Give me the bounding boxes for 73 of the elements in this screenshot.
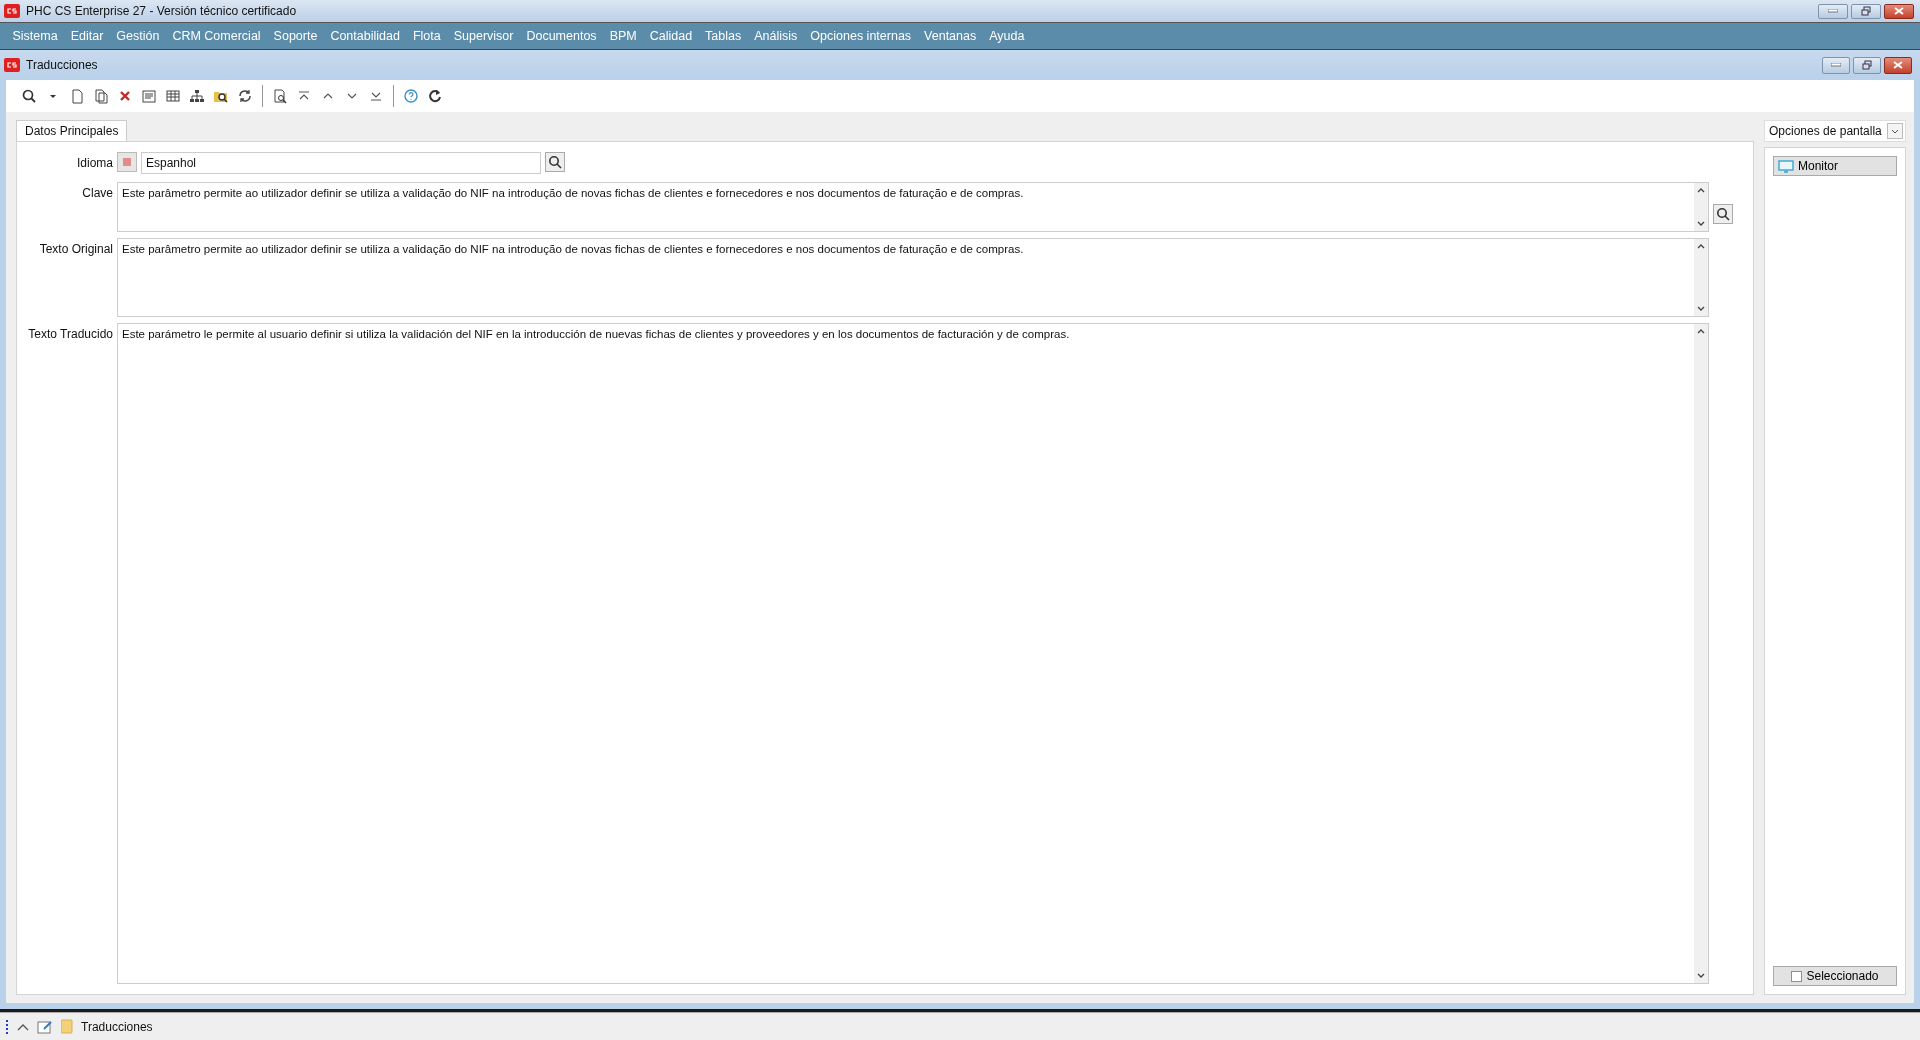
restore-button[interactable] <box>1851 3 1881 19</box>
menu-item[interactable]: Contabilidad <box>323 29 407 43</box>
tab[interactable]: Datos Principales <box>16 120 128 141</box>
form-window-title: Traducciones <box>26 58 99 72</box>
minimize-button[interactable] <box>1822 56 1850 74</box>
close-icon <box>1893 61 1903 69</box>
search-button[interactable] <box>1713 204 1733 224</box>
menu-item[interactable]: Análisis <box>747 29 804 43</box>
close-button[interactable] <box>1884 3 1914 19</box>
close-icon <box>1894 7 1904 15</box>
menu-item[interactable]: BPM <box>603 29 644 43</box>
window-title: PHC CS Enterprise 27 - Versión técnico certificado <box>26 4 298 18</box>
field-label: Clave <box>81 185 113 200</box>
selected-checkbox[interactable]: Seleccionado <box>1773 966 1897 986</box>
menu-item[interactable]: Tablas <box>698 29 748 43</box>
menu-item[interactable]: Calidad <box>643 29 699 43</box>
minimize-button[interactable] <box>1818 3 1848 19</box>
menu-item[interactable]: Gestión <box>109 29 166 43</box>
monitor-button[interactable]: Monitor <box>1773 156 1897 176</box>
chevron-up-icon[interactable] <box>17 1022 29 1031</box>
restore-icon <box>1861 6 1871 16</box>
app-logo-icon <box>4 4 20 18</box>
scrollbar[interactable] <box>1694 324 1708 983</box>
menu-item[interactable]: Supervisor <box>447 29 520 43</box>
status-label[interactable]: Traducciones <box>81 1019 153 1034</box>
scroll-down-icon[interactable] <box>1697 221 1705 227</box>
language-field[interactable]: Espanhol <box>141 152 541 174</box>
search-button[interactable] <box>545 152 565 172</box>
scrollbar[interactable] <box>1694 183 1708 231</box>
hierarchy-icon[interactable] <box>188 87 206 105</box>
menu-item[interactable]: Flota <box>406 29 448 43</box>
restore-button[interactable] <box>1853 56 1881 74</box>
close-button[interactable] <box>1884 56 1912 74</box>
menu-item[interactable]: Ventanas <box>917 29 983 43</box>
chevron-down-icon[interactable] <box>1891 128 1899 134</box>
scroll-down-icon[interactable] <box>1697 306 1705 312</box>
scroll-up-icon[interactable] <box>1697 328 1705 334</box>
monitor-icon <box>1778 159 1794 173</box>
menu-item[interactable]: Documentos <box>519 29 604 43</box>
edit-icon[interactable] <box>37 1019 53 1034</box>
menu-item[interactable]: Soporte <box>267 29 324 43</box>
scroll-up-icon[interactable] <box>1697 243 1705 249</box>
restore-icon <box>1862 60 1872 70</box>
app-logo-icon <box>4 58 20 72</box>
grip-icon <box>6 1019 9 1034</box>
menu-item[interactable]: Opciones internas <box>803 29 918 43</box>
menu-item[interactable]: Editar <box>64 29 110 43</box>
search-icon[interactable] <box>20 87 38 105</box>
field-label: Texto Traducido <box>27 326 113 341</box>
text-area[interactable]: Este parâmetro permite ao utilizador definir se utiliza a validação do NIF na introdução de novas fichas de clientes e fornecedores e nos documentos de faturação e de compras. <box>117 238 1709 317</box>
scroll-down-icon[interactable] <box>1697 973 1705 979</box>
minimize-icon <box>1831 63 1841 67</box>
menu-item[interactable]: Sistema <box>6 29 65 43</box>
folder-icon <box>61 1019 73 1034</box>
scroll-up-icon[interactable] <box>1697 187 1705 193</box>
help-icon[interactable] <box>402 87 420 105</box>
copy-icon[interactable] <box>92 87 110 105</box>
text-area[interactable]: Este parâmetro permite ao utilizador definir se utiliza a validação do NIF na introdução de novas fichas de clientes e fornecedores e nos documentos de faturação e de compras. <box>117 182 1709 232</box>
search-icon <box>548 155 562 169</box>
table-icon[interactable] <box>164 87 182 105</box>
reload-icon[interactable] <box>426 87 444 105</box>
screen-options-dropdown[interactable]: Opciones de pantalla <box>1764 120 1906 142</box>
form-icon[interactable] <box>140 87 158 105</box>
text-area[interactable]: Este parámetro le permite al usuario definir si utiliza la validación del NIF en la introducción de nuevas fichas de clientes y proveedores y en los documentos de facturación y de compras. <box>117 323 1709 984</box>
minimize-icon <box>1828 9 1838 13</box>
menu-item[interactable]: CRM Comercial <box>165 29 268 43</box>
preview-icon[interactable] <box>271 87 289 105</box>
refresh-icon[interactable] <box>236 87 254 105</box>
field-label: Idioma <box>75 155 113 170</box>
search-icon <box>1716 207 1730 221</box>
menu-item[interactable]: Ayuda <box>982 29 1031 43</box>
field-label: Texto Original <box>38 241 113 256</box>
scrollbar[interactable] <box>1694 239 1708 316</box>
